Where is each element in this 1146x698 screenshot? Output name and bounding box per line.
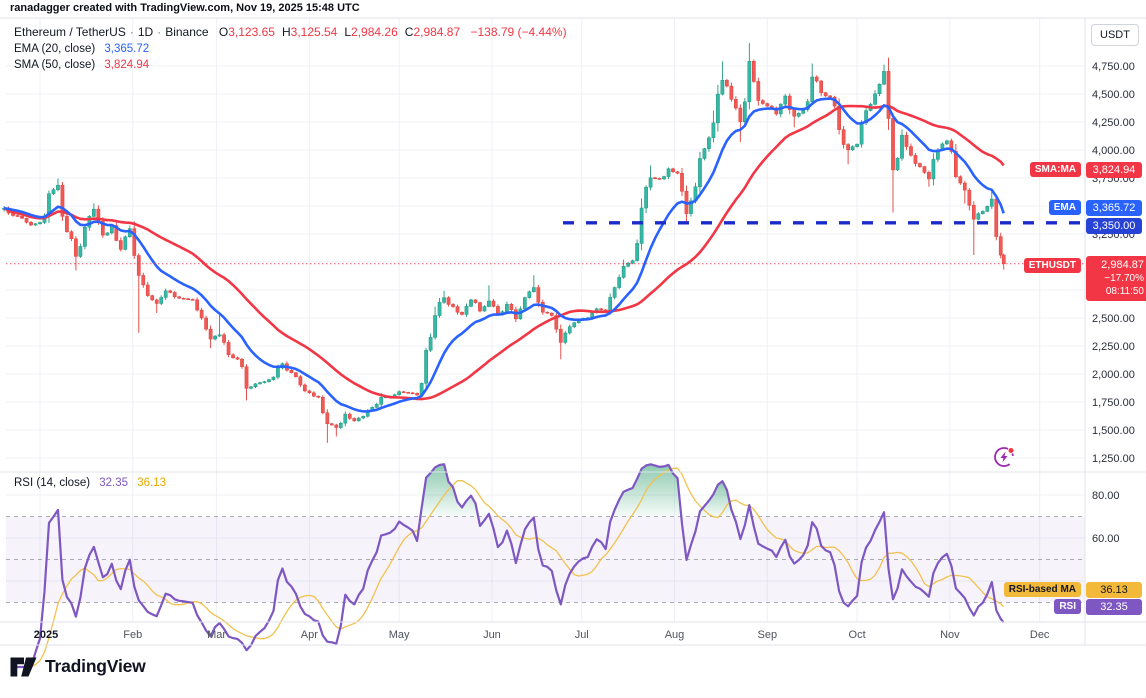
rsi-ma-axis-value: 36.13 [1086, 582, 1142, 598]
svg-text:Apr: Apr [301, 629, 318, 641]
last-change-pct: −17.70% [1104, 273, 1144, 285]
ema-label: EMA (20, close) [14, 43, 96, 55]
svg-text:80.00: 80.00 [1092, 490, 1120, 502]
rsi-value: 32.35 [99, 477, 129, 489]
tradingview-logo-mark [10, 657, 37, 676]
trendline-axis-price: 3,350.00 [1086, 218, 1142, 234]
svg-text:Jun: Jun [483, 629, 501, 641]
tradingview-brand-text: TradingView [45, 656, 146, 676]
ema-axis-price: 3,365.72 [1086, 200, 1142, 216]
ema-axis-tag: EMA [1048, 200, 1081, 215]
rsi-legend-row[interactable]: RSI (14, close) 32.35 36.13 [14, 477, 166, 489]
ohlc-values: O3,123.65 H3,125.54 L2,984.26 C2,984.87 [218, 25, 461, 39]
bar-countdown: 08:11:50 [1105, 286, 1144, 298]
rsi-axis-value: 32.35 [1086, 599, 1142, 615]
attribution-text: ranadagger created with TradingView.com,… [10, 2, 360, 14]
svg-text:Oct: Oct [849, 629, 866, 641]
ema-value: 3,365.72 [104, 43, 150, 55]
svg-text:Feb: Feb [123, 629, 142, 641]
svg-text:60.00: 60.00 [1092, 533, 1120, 545]
svg-text:Sep: Sep [758, 629, 778, 641]
sma-axis-tag: SMA:MA [1029, 162, 1081, 177]
svg-text:Jul: Jul [575, 629, 589, 641]
currency-axis-button[interactable]: USDT [1091, 24, 1139, 46]
svg-text:Mar: Mar [207, 629, 226, 641]
svg-text:1,250.00: 1,250.00 [1092, 453, 1135, 465]
symbol-interval[interactable]: 1D [138, 25, 153, 39]
svg-text:Dec: Dec [1030, 629, 1050, 641]
svg-text:4,750.00: 4,750.00 [1092, 61, 1135, 73]
symbol-legend[interactable]: Ethereum / TetherUS · 1D · Binance O3,123.65… [14, 25, 567, 39]
svg-text:2,000.00: 2,000.00 [1092, 369, 1135, 381]
sma-value: 3,824.94 [104, 59, 150, 71]
symbol-exchange: Binance [165, 25, 209, 39]
svg-text:4,500.00: 4,500.00 [1092, 89, 1135, 101]
svg-text:2025: 2025 [34, 629, 58, 641]
symbol-axis-tag: ETHUSDT [1023, 258, 1081, 273]
rsi-axis-tag: RSI [1054, 599, 1081, 614]
rsi-ma-axis-tag: RSI-based MA [1003, 582, 1081, 597]
sma-label: SMA (50, close) [14, 59, 96, 71]
svg-text:1,500.00: 1,500.00 [1092, 425, 1135, 437]
lightning-bolt-icon [1000, 451, 1008, 463]
legend-separator: · [129, 25, 134, 39]
tradingview-logo[interactable]: TradingView [10, 656, 146, 677]
svg-text:Aug: Aug [665, 629, 685, 641]
chart-canvas[interactable]: 4,750.004,500.004,250.004,000.003,750.00… [0, 0, 1146, 698]
rsi-label: RSI (14, close) [14, 477, 91, 489]
flash-boost-icon[interactable] [991, 444, 1017, 470]
last-price: 2,984.87 [1101, 259, 1144, 271]
svg-text:4,000.00: 4,000.00 [1092, 145, 1135, 157]
sma-axis-price: 3,824.94 [1086, 162, 1142, 178]
legend-separator: · [157, 25, 162, 39]
svg-text:2,500.00: 2,500.00 [1092, 313, 1135, 325]
svg-text:1,750.00: 1,750.00 [1092, 397, 1135, 409]
rsi-ma-value: 36.13 [137, 477, 167, 489]
svg-text:Nov: Nov [940, 629, 960, 641]
symbol-title: Ethereum / TetherUS [14, 25, 126, 39]
svg-text:2,250.00: 2,250.00 [1092, 341, 1135, 353]
last-price-axis-box: 2,984.87 −17.70% 08:11:50 [1086, 256, 1146, 302]
flash-notification-dot [1008, 448, 1014, 453]
ema-legend-row[interactable]: EMA (20, close) 3,365.72 [14, 43, 149, 55]
change-value: −138.79 (−4.44%) [470, 25, 567, 39]
sma-legend-row[interactable]: SMA (50, close) 3,824.94 [14, 59, 149, 71]
svg-text:May: May [389, 629, 410, 641]
svg-text:4,250.00: 4,250.00 [1092, 117, 1135, 129]
